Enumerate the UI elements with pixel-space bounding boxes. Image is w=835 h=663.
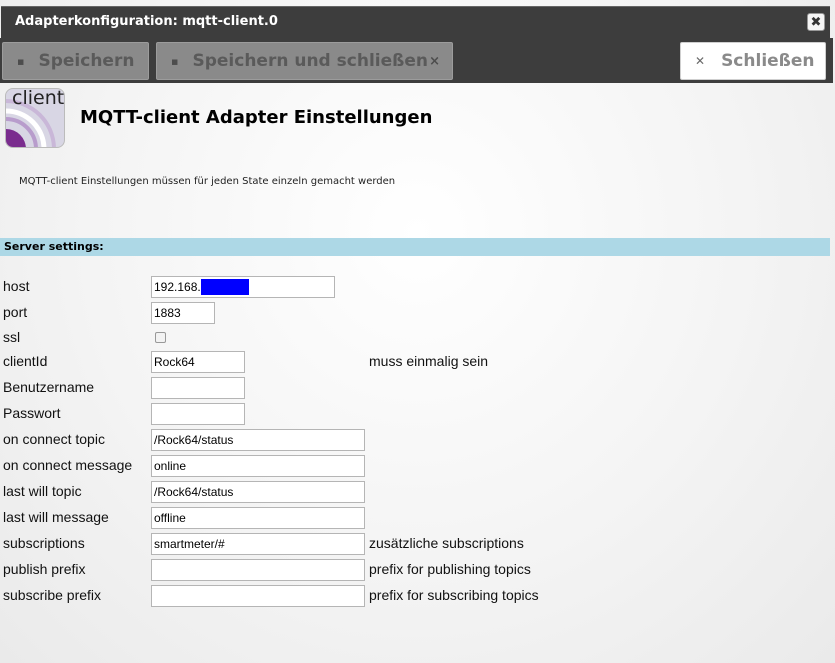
password-input[interactable] — [151, 403, 245, 425]
x-icon: × — [429, 53, 440, 69]
clientid-label: clientId — [3, 353, 48, 369]
subscribe-prefix-input[interactable] — [151, 585, 365, 607]
window-title: Adapterkonfiguration: mqtt-client.0 — [15, 14, 278, 29]
clientid-input[interactable] — [151, 351, 245, 373]
save-button[interactable]: ▪ Speichern — [2, 42, 149, 80]
lastwill-message-row: last will message — [0, 507, 830, 531]
lastwill-message-label: last will message — [3, 509, 109, 525]
titlebar: Adapterkonfiguration: mqtt-client.0 ✖ — [1, 6, 830, 38]
publish-prefix-input[interactable] — [151, 559, 365, 581]
close-button[interactable]: ✕ Schließen — [680, 42, 826, 80]
section-header-server-settings: Server settings: — [0, 238, 830, 256]
close-button-label: Schließen — [721, 51, 815, 71]
settings-note: MQTT-client Einstellungen müssen für jed… — [19, 176, 396, 187]
publish-prefix-note: prefix for publishing topics — [369, 561, 531, 577]
floppy-icon: ▪ — [171, 54, 179, 68]
password-row: Passwort — [0, 403, 830, 427]
lastwill-topic-row: last will topic — [0, 481, 830, 505]
floppy-icon: ▪ — [17, 54, 25, 68]
lastwill-topic-input[interactable] — [151, 481, 365, 503]
clientid-row: clientId muss einmalig sein — [0, 351, 830, 375]
port-row: port — [0, 302, 830, 326]
ssl-checkbox[interactable] — [155, 332, 166, 343]
ssl-row: ssl — [0, 327, 830, 351]
password-label: Passwort — [3, 405, 61, 421]
adapter-logo: client — [5, 88, 65, 148]
publish-prefix-row: publish prefix prefix for publishing top… — [0, 559, 830, 583]
window-close-icon[interactable]: ✖ — [807, 13, 825, 31]
lastwill-message-input[interactable] — [151, 507, 365, 529]
subscriptions-note: zusätzliche subscriptions — [369, 535, 524, 551]
subscribe-prefix-label: subscribe prefix — [3, 587, 102, 603]
host-row: host — [0, 276, 830, 300]
connect-message-input[interactable] — [151, 455, 365, 477]
subscriptions-label: subscriptions — [3, 535, 85, 551]
toolbar: ▪ Speichern ▪ Speichern und schließen × … — [0, 38, 833, 83]
username-input[interactable] — [151, 377, 245, 399]
connect-topic-label: on connect topic — [3, 431, 105, 447]
page-title: MQTT-client Adapter Einstellungen — [80, 107, 433, 128]
connect-message-label: on connect message — [3, 457, 133, 473]
ssl-label: ssl — [3, 329, 21, 345]
save-and-close-button[interactable]: ▪ Speichern und schließen × — [156, 42, 453, 80]
save-button-label: Speichern — [38, 51, 135, 71]
port-input[interactable] — [151, 302, 215, 324]
username-label: Benutzername — [3, 379, 95, 395]
lastwill-topic-label: last will topic — [3, 483, 82, 499]
subscriptions-row: subscriptions zusätzliche subscriptions — [0, 533, 830, 557]
connect-topic-row: on connect topic — [0, 429, 830, 453]
subscriptions-input[interactable] — [151, 533, 365, 555]
host-label: host — [3, 278, 30, 294]
connect-topic-input[interactable] — [151, 429, 365, 451]
subscribe-prefix-row: subscribe prefix prefix for subscribing … — [0, 585, 830, 609]
clientid-note: muss einmalig sein — [369, 353, 489, 369]
redaction-block — [201, 279, 249, 295]
save-and-close-label: Speichern und schließen — [192, 51, 428, 71]
logo-label: client — [12, 88, 65, 109]
connect-message-row: on connect message — [0, 455, 830, 479]
x-icon: ✕ — [695, 54, 706, 68]
subscribe-prefix-note: prefix for subscribing topics — [369, 587, 539, 603]
adapter-config-window: Adapterkonfiguration: mqtt-client.0 ✖ ▪ … — [0, 0, 835, 663]
publish-prefix-label: publish prefix — [3, 561, 86, 577]
port-label: port — [3, 304, 28, 320]
username-row: Benutzername — [0, 377, 830, 401]
